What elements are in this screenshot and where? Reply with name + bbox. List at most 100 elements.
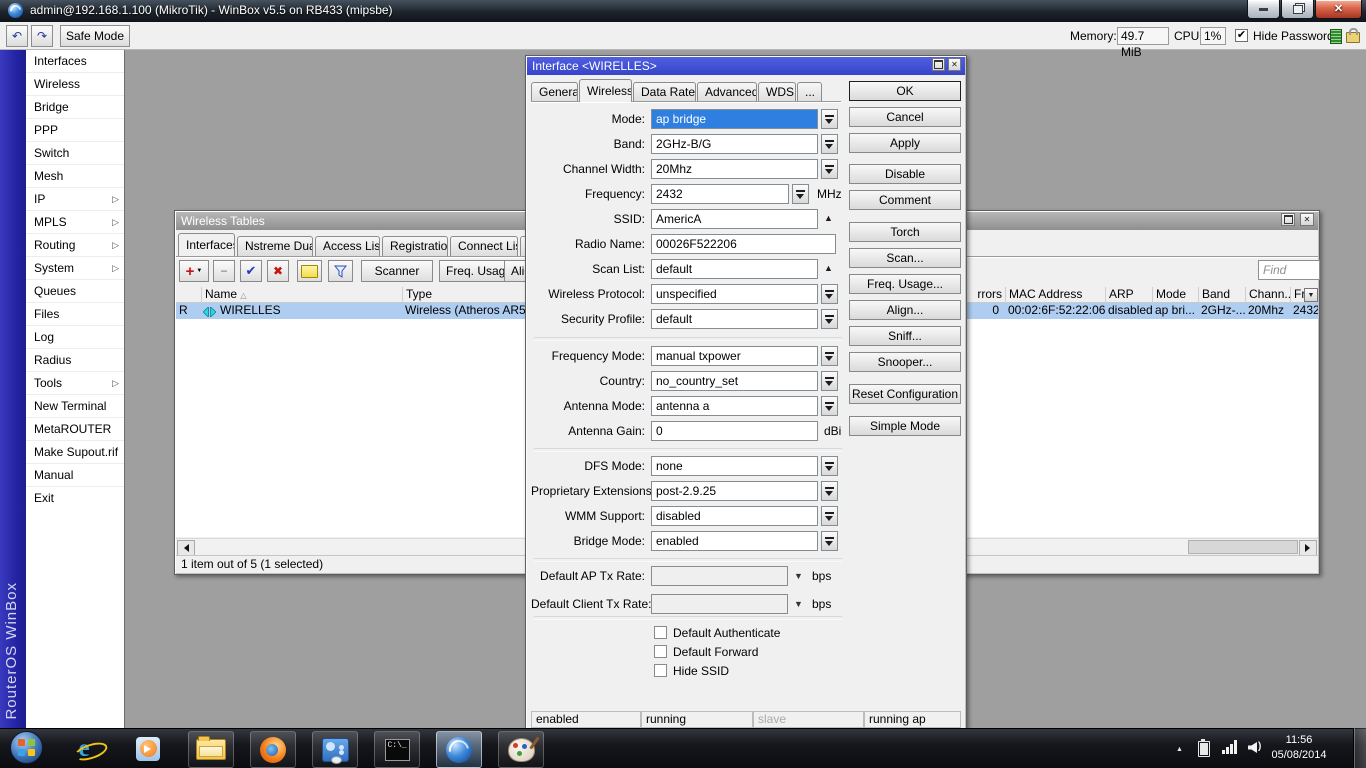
column-name[interactable]: Name △ [201,287,402,303]
apply-button[interactable]: Apply [849,133,961,153]
proprietary-extensions-input[interactable]: post-2.9.25 [651,481,818,501]
tab-interfaces[interactable]: Interfaces [178,233,235,256]
scroll-left-button[interactable] [177,540,195,556]
dialog-titlebar[interactable]: Interface <WIRELLES> [527,57,965,75]
column-frequency[interactable]: Fre [1290,287,1304,303]
bridge-mode-input[interactable]: enabled [651,531,818,551]
maximize-button[interactable] [1281,213,1295,226]
sidebar-item-switch[interactable]: Switch [26,141,124,164]
remove-button[interactable]: − [213,260,235,282]
sidebar-item-interfaces[interactable]: Interfaces [26,50,124,72]
restore-button[interactable] [1281,0,1314,19]
antenna-mode-input[interactable]: antenna a [651,396,818,416]
sidebar-item-system[interactable]: System ▷ [26,256,124,279]
tab-more[interactable]: ... [797,82,822,102]
default-forward-checkbox[interactable] [654,645,667,658]
collapse-arrow-icon[interactable]: ▲ [824,263,833,274]
antenna-mode-dropdown-button[interactable] [821,396,838,416]
sidebar-item-log[interactable]: Log [26,325,124,348]
taskbar-item-internet-explorer[interactable]: e [62,731,110,766]
column-band[interactable]: Band [1198,287,1245,303]
redo-button[interactable]: ↷ [31,25,53,47]
country-input[interactable]: no_country_set [651,371,818,391]
band-dropdown-button[interactable] [821,134,838,154]
tray-clock[interactable]: 11:56 05/08/2014 [1256,733,1342,763]
scroll-right-button[interactable] [1299,540,1317,556]
wireless-protocol-input[interactable]: unspecified [651,284,818,304]
sidebar-item-files[interactable]: Files [26,302,124,325]
collapse-arrow-icon[interactable]: ▲ [824,213,833,224]
security-profile-dropdown-button[interactable] [821,309,838,329]
taskbar-item-file-explorer[interactable] [188,731,234,768]
sidebar-item-manual[interactable]: Manual [26,463,124,486]
reset-configuration-button[interactable]: Reset Configuration [849,384,961,404]
frequency-input[interactable]: 2432 [651,184,789,204]
column-arp[interactable]: ARP [1105,287,1152,303]
column-channel-width[interactable]: Chann... [1245,287,1290,303]
tab-nstreme-dual[interactable]: Nstreme Dual [237,236,313,256]
network-signal-icon[interactable] [1222,740,1238,754]
sidebar-item-tools[interactable]: Tools ▷ [26,371,124,394]
tray-expand-icon[interactable]: ▲ [1176,746,1183,753]
sidebar-item-bridge[interactable]: Bridge [26,95,124,118]
sidebar-item-ppp[interactable]: PPP [26,118,124,141]
mode-input[interactable]: ap bridge [651,109,818,129]
wmm-support-input[interactable]: disabled [651,506,818,526]
tab-registration[interactable]: Registration [382,236,448,256]
taskbar-item-command-prompt[interactable]: C:\_ [374,731,420,768]
tab-data-rates[interactable]: Data Rates [633,82,696,102]
find-input[interactable] [1258,260,1320,280]
band-input[interactable]: 2GHz-B/G [651,134,818,154]
simple-mode-button[interactable]: Simple Mode [849,416,961,436]
column-mode[interactable]: Mode [1152,287,1198,303]
scan-list-input[interactable]: default [651,259,818,279]
proprietary-extensions-dropdown-button[interactable] [821,481,838,501]
channel-width-dropdown-button[interactable] [821,159,838,179]
security-profile-input[interactable]: default [651,309,818,329]
wireless-protocol-dropdown-button[interactable] [821,284,838,304]
mode-dropdown-button[interactable] [821,109,838,129]
scrollbar-thumb[interactable] [1188,540,1298,554]
disable-button[interactable]: Disable [849,164,961,184]
tab-connect-list[interactable]: Connect List [450,236,518,256]
taskbar-item-media-player[interactable] [126,731,170,766]
default-authenticate-checkbox[interactable] [654,626,667,639]
sidebar-item-routing[interactable]: Routing ▷ [26,233,124,256]
frequency-mode-input[interactable]: manual txpower [651,346,818,366]
dropdown-arrow-icon[interactable]: ▼ [794,571,803,582]
sidebar-item-ip[interactable]: IP ▷ [26,187,124,210]
comment-button[interactable]: Comment [849,190,961,210]
tab-advanced[interactable]: Advanced [697,82,757,102]
maximize-button[interactable] [932,58,945,71]
sidebar-item-mesh[interactable]: Mesh [26,164,124,187]
add-button[interactable]: + ▼ [179,260,209,282]
frequency-dropdown-button[interactable] [792,184,809,204]
sidebar-item-radius[interactable]: Radius [26,348,124,371]
close-button[interactable]: ✕ [1300,213,1314,226]
default-client-tx-rate-input[interactable] [651,594,788,614]
column-flags[interactable] [176,287,201,303]
channel-width-input[interactable]: 20Mhz [651,159,818,179]
wmm-support-dropdown-button[interactable] [821,506,838,526]
country-dropdown-button[interactable] [821,371,838,391]
tab-access-list[interactable]: Access List [315,236,380,256]
freq-usage-button[interactable]: Freq. Usage... [849,274,961,294]
tab-wds[interactable]: WDS [758,82,796,102]
taskbar-item-winbox[interactable] [436,731,482,768]
taskbar-item-firefox[interactable] [250,731,296,768]
ssid-input[interactable]: AmericA [651,209,818,229]
snooper-button[interactable]: Snooper... [849,352,961,372]
enable-button[interactable]: ✔ [240,260,262,282]
show-desktop-button[interactable] [1353,728,1366,768]
column-selector-button[interactable]: ▼ [1304,288,1318,302]
dfs-mode-dropdown-button[interactable] [821,456,838,476]
ok-button[interactable]: OK [849,81,961,101]
cancel-button[interactable]: Cancel [849,107,961,127]
taskbar-item-paint[interactable] [498,731,544,768]
radio-name-input[interactable]: 00026F522206 [651,234,836,254]
scan-button[interactable]: Scan... [849,248,961,268]
minimize-button[interactable] [1247,0,1280,19]
default-ap-tx-rate-input[interactable] [651,566,788,586]
tab-wireless[interactable]: Wireless [579,79,632,102]
bridge-mode-dropdown-button[interactable] [821,531,838,551]
